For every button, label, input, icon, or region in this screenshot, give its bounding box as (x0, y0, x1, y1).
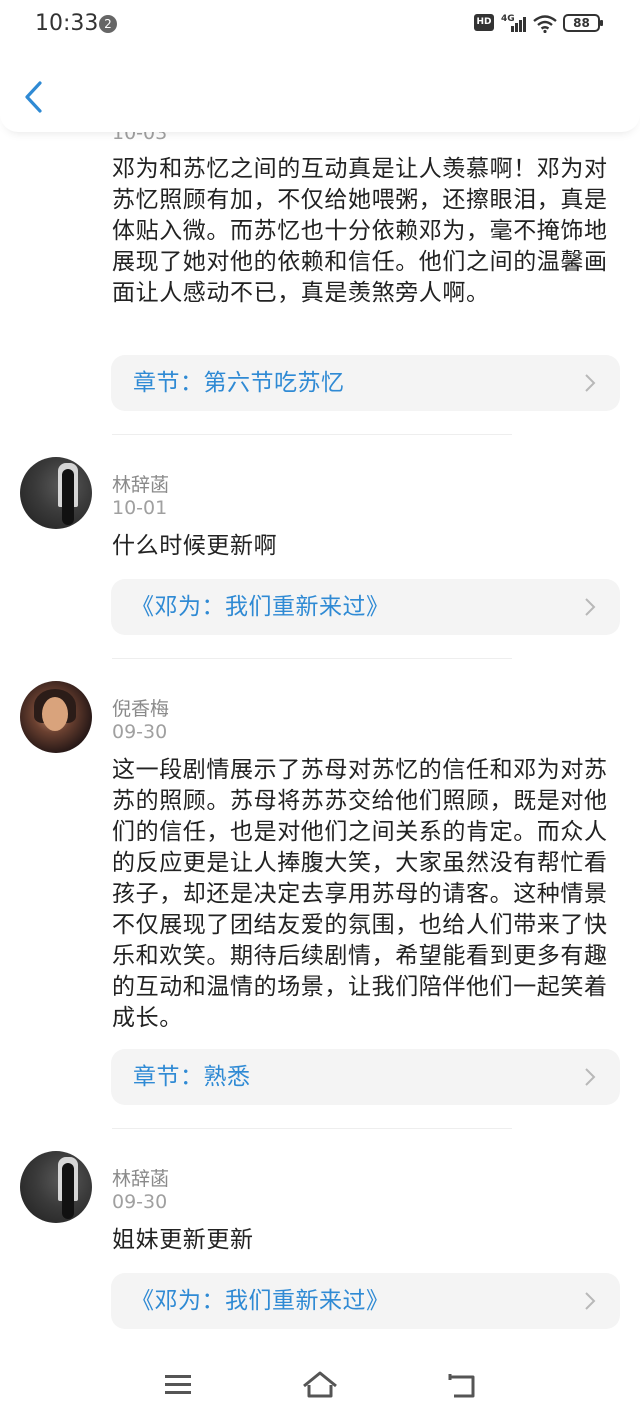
comment-username[interactable]: 倪香梅 (112, 694, 169, 721)
hd-icon: HD (474, 14, 494, 31)
comment-username[interactable]: 林辞菡 (112, 1164, 169, 1191)
book-title-label: 《邓为：我们重新来过》 (131, 1288, 390, 1314)
chevron-right-icon (585, 1292, 596, 1310)
chapter-link[interactable]: 章节：熟悉 (111, 1049, 620, 1105)
chevron-right-icon (585, 1068, 596, 1086)
comment-text: 姐妹更新更新 (112, 1227, 254, 1253)
signal-4g-icon: 4G (501, 14, 526, 32)
book-link[interactable]: 《邓为：我们重新来过》 (111, 579, 620, 635)
status-bar: 10:33 2 HD 4G 88 (0, 0, 640, 50)
chevron-right-icon (585, 598, 596, 616)
chapter-label: 章节：熟悉 (133, 1064, 251, 1090)
comment-text: 这一段剧情展示了苏母对苏忆的信任和邓为对苏苏的照顾。苏母将苏苏交给他们照顾，既是… (112, 757, 608, 1031)
avatar[interactable] (20, 681, 92, 753)
notification-badge: 2 (99, 15, 117, 33)
avatar[interactable] (20, 1151, 92, 1223)
comment-text: 什么时候更新啊 (112, 533, 278, 559)
chapter-label: 章节：第六节吃苏忆 (133, 370, 345, 396)
book-link[interactable]: 《邓为：我们重新来过》 (111, 1273, 620, 1329)
comment-list: 10-03 邓为和苏忆之间的互动真是让人羡慕啊！邓为对苏忆照顾有加，不仅给她喂粥… (0, 0, 640, 1423)
comment-date: 09-30 (112, 721, 168, 743)
divider (112, 658, 512, 659)
battery-icon: 88 (563, 14, 603, 32)
network-label: 4G (501, 14, 515, 24)
back-arrow-icon[interactable] (18, 78, 52, 116)
chevron-right-icon (585, 374, 596, 392)
book-title-label: 《邓为：我们重新来过》 (131, 594, 390, 620)
comment-date: 09-30 (112, 1191, 168, 1213)
comment-text: 邓为和苏忆之间的互动真是让人羡慕啊！邓为对苏忆照顾有加，不仅给她喂粥，还擦眼泪，… (112, 156, 608, 306)
comment-date: 10-01 (112, 497, 168, 519)
comment-username[interactable]: 林辞菡 (112, 470, 169, 497)
divider (112, 434, 512, 435)
status-time: 10:33 (35, 11, 99, 36)
chapter-link[interactable]: 章节：第六节吃苏忆 (111, 355, 620, 411)
divider (112, 1128, 512, 1129)
wifi-icon (533, 15, 557, 33)
top-header (0, 50, 640, 132)
avatar[interactable] (20, 457, 92, 529)
